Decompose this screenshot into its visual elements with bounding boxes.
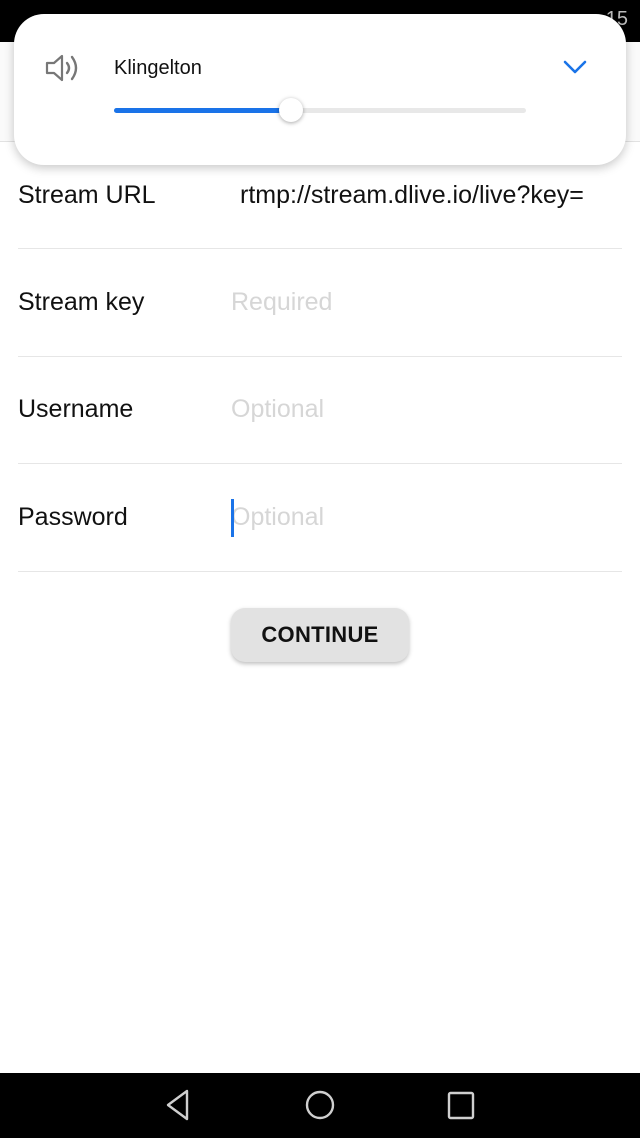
continue-button[interactable]: CONTINUE	[231, 608, 409, 662]
stream-key-label: Stream key	[18, 287, 145, 316]
recents-button[interactable]	[443, 1087, 479, 1123]
speaker-icon[interactable]	[44, 52, 84, 84]
navigation-bar	[0, 1073, 640, 1138]
stream-key-row: Stream key Required	[18, 249, 622, 357]
chevron-down-icon[interactable]	[563, 59, 587, 75]
recents-icon	[447, 1091, 475, 1120]
continue-container: CONTINUE	[0, 608, 640, 662]
stream-url-field[interactable]: rtmp://stream.dlive.io/live?key=	[231, 181, 640, 210]
stream-url-label: Stream URL	[18, 180, 156, 209]
volume-slider-thumb[interactable]	[279, 98, 304, 122]
volume-stream-label: Klingelton	[114, 57, 202, 79]
username-row: Username Optional	[18, 357, 622, 464]
volume-panel: Klingelton	[14, 14, 626, 165]
username-input[interactable]: Optional	[231, 395, 622, 424]
back-button[interactable]	[160, 1087, 196, 1123]
password-label: Password	[18, 502, 128, 531]
stream-settings-form: Stream URL rtmp://stream.dlive.io/live?k…	[18, 142, 622, 572]
password-input[interactable]: Optional	[231, 498, 622, 537]
password-row: Password Optional	[18, 464, 622, 572]
volume-slider-fill	[114, 108, 292, 113]
home-button[interactable]	[302, 1087, 338, 1123]
volume-slider[interactable]	[114, 98, 526, 122]
home-icon	[305, 1090, 335, 1120]
username-label: Username	[18, 395, 134, 424]
stream-key-input[interactable]: Required	[231, 288, 622, 317]
back-icon	[166, 1089, 189, 1121]
